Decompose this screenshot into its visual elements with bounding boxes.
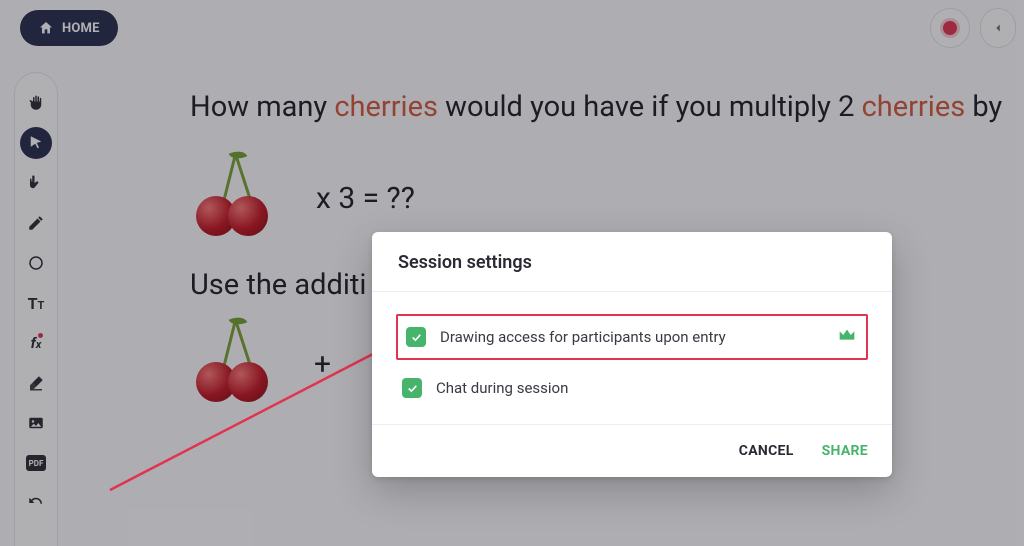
checkbox-checked-icon[interactable]: [406, 327, 426, 347]
option-label: Drawing access for participants upon ent…: [440, 328, 726, 346]
share-button[interactable]: SHARE: [822, 443, 868, 459]
modal-footer: CANCEL SHARE: [372, 424, 892, 477]
checkbox-checked-icon[interactable]: [402, 378, 422, 398]
option-label: Chat during session: [436, 379, 568, 397]
option-drawing-access[interactable]: Drawing access for participants upon ent…: [396, 314, 868, 360]
session-settings-modal: Session settings Drawing access for part…: [372, 232, 892, 477]
cancel-button[interactable]: CANCEL: [739, 443, 794, 459]
modal-body: Drawing access for participants upon ent…: [372, 292, 892, 424]
app-root: HOME TT fx: [0, 0, 1024, 546]
option-chat[interactable]: Chat during session: [396, 370, 868, 406]
crown-icon: [836, 324, 858, 350]
modal-title: Session settings: [372, 232, 892, 292]
